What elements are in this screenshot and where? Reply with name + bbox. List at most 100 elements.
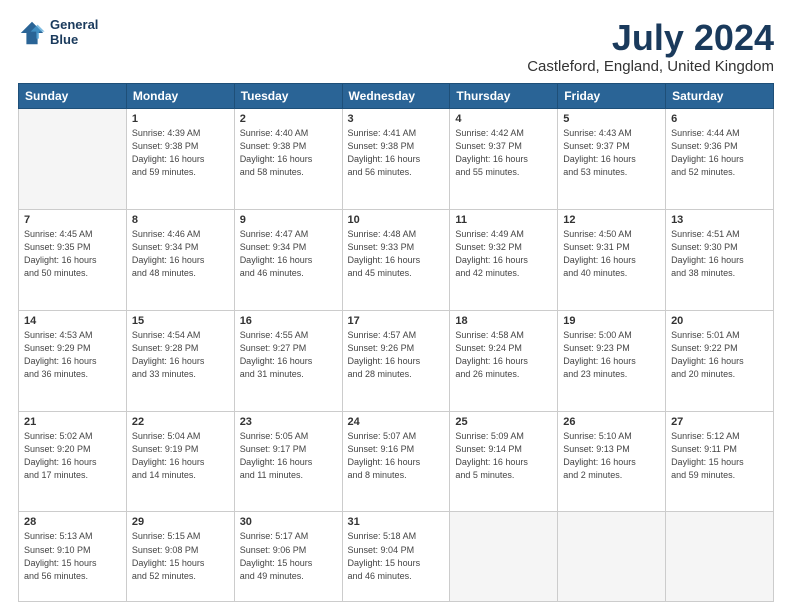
- day-number: 17: [348, 315, 445, 327]
- day-number: 4: [455, 113, 552, 125]
- day-number: 15: [132, 315, 229, 327]
- calendar-cell: [19, 108, 127, 209]
- calendar-cell: 31 Sunrise: 5:18 AM Sunset: 9:04 PM Dayli…: [342, 512, 450, 602]
- calendar-header-saturday: Saturday: [666, 83, 774, 108]
- calendar-header-thursday: Thursday: [450, 83, 558, 108]
- calendar-cell: 19 Sunrise: 5:00 AM Sunset: 9:23 PM Dayli…: [558, 310, 666, 411]
- day-number: 10: [348, 214, 445, 226]
- day-number: 1: [132, 113, 229, 125]
- calendar-cell: 16Sunrise: 4:55 AM Sunset: 9:27 PM Dayli…: [234, 310, 342, 411]
- day-info: Sunrise: 4:41 AM Sunset: 9:38 PM Dayligh…: [348, 127, 445, 179]
- day-number: 18: [455, 315, 552, 327]
- day-number: 31: [348, 516, 445, 528]
- calendar-cell: 29 Sunrise: 5:15 AM Sunset: 9:08 PM Dayli…: [126, 512, 234, 602]
- day-info: Sunrise: 5:02 AM Sunset: 9:20 PM Dayligh…: [24, 430, 121, 482]
- day-info: Sunrise: 4:46 AM Sunset: 9:34 PM Dayligh…: [132, 228, 229, 280]
- calendar-cell: 28 Sunrise: 5:13 AM Sunset: 9:10 PM Dayli…: [19, 512, 127, 602]
- title-block: July 2024 Castleford, England, United Ki…: [527, 18, 774, 75]
- day-number: 30: [240, 516, 337, 528]
- day-info: Sunrise: 4:45 AM Sunset: 9:35 PM Dayligh…: [24, 228, 121, 280]
- day-info: Sunrise: 4:53 AM Sunset: 9:29 PM Dayligh…: [24, 329, 121, 381]
- day-info: Sunrise: 4:43 AM Sunset: 9:37 PM Dayligh…: [563, 127, 660, 179]
- day-info: Sunrise: 4:58 AM Sunset: 9:24 PM Dayligh…: [455, 329, 552, 381]
- day-info: Sunrise: 5:15 AM Sunset: 9:08 PM Dayligh…: [132, 530, 229, 582]
- calendar-cell: 2Sunrise: 4:40 AM Sunset: 9:38 PM Daylig…: [234, 108, 342, 209]
- day-number: 25: [455, 416, 552, 428]
- calendar-cell: 26Sunrise: 5:10 AM Sunset: 9:13 PM Dayli…: [558, 411, 666, 512]
- logo: General Blue: [18, 18, 98, 48]
- day-info: Sunrise: 4:57 AM Sunset: 9:26 PM Dayligh…: [348, 329, 445, 381]
- calendar-cell: 23 Sunrise: 5:05 AM Sunset: 9:17 PM Dayli…: [234, 411, 342, 512]
- day-number: 5: [563, 113, 660, 125]
- calendar-cell: 14Sunrise: 4:53 AM Sunset: 9:29 PM Dayli…: [19, 310, 127, 411]
- page: General Blue July 2024 Castleford, Engla…: [0, 0, 792, 612]
- calendar-cell: 25Sunrise: 5:09 AM Sunset: 9:14 PM Dayli…: [450, 411, 558, 512]
- day-info: Sunrise: 5:05 AM Sunset: 9:17 PM Dayligh…: [240, 430, 337, 482]
- day-number: 13: [671, 214, 768, 226]
- day-info: Sunrise: 5:01 AM Sunset: 9:22 PM Dayligh…: [671, 329, 768, 381]
- day-info: Sunrise: 4:44 AM Sunset: 9:36 PM Dayligh…: [671, 127, 768, 179]
- calendar-cell: 9 Sunrise: 4:47 AM Sunset: 9:34 PM Daylig…: [234, 209, 342, 310]
- day-info: Sunrise: 5:17 AM Sunset: 9:06 PM Dayligh…: [240, 530, 337, 582]
- day-number: 20: [671, 315, 768, 327]
- logo-line1: General: [50, 18, 98, 33]
- day-info: Sunrise: 5:12 AM Sunset: 9:11 PM Dayligh…: [671, 430, 768, 482]
- day-number: 21: [24, 416, 121, 428]
- calendar-week-3: 14Sunrise: 4:53 AM Sunset: 9:29 PM Dayli…: [19, 310, 774, 411]
- day-number: 11: [455, 214, 552, 226]
- day-info: Sunrise: 5:18 AM Sunset: 9:04 PM Dayligh…: [348, 530, 445, 582]
- day-info: Sunrise: 4:40 AM Sunset: 9:38 PM Dayligh…: [240, 127, 337, 179]
- calendar-cell: [666, 512, 774, 602]
- calendar-cell: 22 Sunrise: 5:04 AM Sunset: 9:19 PM Dayli…: [126, 411, 234, 512]
- day-number: 29: [132, 516, 229, 528]
- calendar-table: SundayMondayTuesdayWednesdayThursdayFrid…: [18, 83, 774, 602]
- day-info: Sunrise: 4:51 AM Sunset: 9:30 PM Dayligh…: [671, 228, 768, 280]
- day-info: Sunrise: 5:13 AM Sunset: 9:10 PM Dayligh…: [24, 530, 121, 582]
- calendar-cell: 7 Sunrise: 4:45 AM Sunset: 9:35 PM Daylig…: [19, 209, 127, 310]
- day-number: 23: [240, 416, 337, 428]
- day-info: Sunrise: 4:54 AM Sunset: 9:28 PM Dayligh…: [132, 329, 229, 381]
- day-number: 28: [24, 516, 121, 528]
- day-info: Sunrise: 5:04 AM Sunset: 9:19 PM Dayligh…: [132, 430, 229, 482]
- day-info: Sunrise: 4:48 AM Sunset: 9:33 PM Dayligh…: [348, 228, 445, 280]
- day-number: 8: [132, 214, 229, 226]
- calendar-cell: 10 Sunrise: 4:48 AM Sunset: 9:33 PM Dayli…: [342, 209, 450, 310]
- calendar-cell: 6Sunrise: 4:44 AM Sunset: 9:36 PM Daylig…: [666, 108, 774, 209]
- day-info: Sunrise: 4:39 AM Sunset: 9:38 PM Dayligh…: [132, 127, 229, 179]
- calendar-cell: 30 Sunrise: 5:17 AM Sunset: 9:06 PM Dayli…: [234, 512, 342, 602]
- logo-line2: Blue: [50, 33, 98, 48]
- calendar-cell: 12 Sunrise: 4:50 AM Sunset: 9:31 PM Dayli…: [558, 209, 666, 310]
- day-info: Sunrise: 5:00 AM Sunset: 9:23 PM Dayligh…: [563, 329, 660, 381]
- subtitle: Castleford, England, United Kingdom: [527, 58, 774, 75]
- calendar-header-monday: Monday: [126, 83, 234, 108]
- calendar-cell: 20 Sunrise: 5:01 AM Sunset: 9:22 PM Dayli…: [666, 310, 774, 411]
- calendar-cell: 18 Sunrise: 4:58 AM Sunset: 9:24 PM Dayli…: [450, 310, 558, 411]
- calendar-header-sunday: Sunday: [19, 83, 127, 108]
- calendar-cell: [450, 512, 558, 602]
- calendar-cell: 3Sunrise: 4:41 AM Sunset: 9:38 PM Daylig…: [342, 108, 450, 209]
- calendar-cell: 8 Sunrise: 4:46 AM Sunset: 9:34 PM Daylig…: [126, 209, 234, 310]
- calendar-cell: 21 Sunrise: 5:02 AM Sunset: 9:20 PM Dayli…: [19, 411, 127, 512]
- day-number: 7: [24, 214, 121, 226]
- calendar-cell: 17 Sunrise: 4:57 AM Sunset: 9:26 PM Dayli…: [342, 310, 450, 411]
- day-info: Sunrise: 4:47 AM Sunset: 9:34 PM Dayligh…: [240, 228, 337, 280]
- day-number: 26: [563, 416, 660, 428]
- day-number: 9: [240, 214, 337, 226]
- day-info: Sunrise: 5:07 AM Sunset: 9:16 PM Dayligh…: [348, 430, 445, 482]
- day-number: 19: [563, 315, 660, 327]
- calendar-cell: 11Sunrise: 4:49 AM Sunset: 9:32 PM Dayli…: [450, 209, 558, 310]
- day-info: Sunrise: 4:50 AM Sunset: 9:31 PM Dayligh…: [563, 228, 660, 280]
- calendar-cell: [558, 512, 666, 602]
- day-number: 22: [132, 416, 229, 428]
- day-number: 24: [348, 416, 445, 428]
- day-number: 12: [563, 214, 660, 226]
- logo-icon: [18, 19, 46, 47]
- day-info: Sunrise: 4:55 AM Sunset: 9:27 PM Dayligh…: [240, 329, 337, 381]
- day-number: 27: [671, 416, 768, 428]
- calendar-cell: 13 Sunrise: 4:51 AM Sunset: 9:30 PM Dayli…: [666, 209, 774, 310]
- calendar-cell: 4Sunrise: 4:42 AM Sunset: 9:37 PM Daylig…: [450, 108, 558, 209]
- logo-text: General Blue: [50, 18, 98, 48]
- calendar-cell: 1 Sunrise: 4:39 AM Sunset: 9:38 PM Daylig…: [126, 108, 234, 209]
- header: General Blue July 2024 Castleford, Engla…: [18, 18, 774, 75]
- calendar-cell: 5 Sunrise: 4:43 AM Sunset: 9:37 PM Daylig…: [558, 108, 666, 209]
